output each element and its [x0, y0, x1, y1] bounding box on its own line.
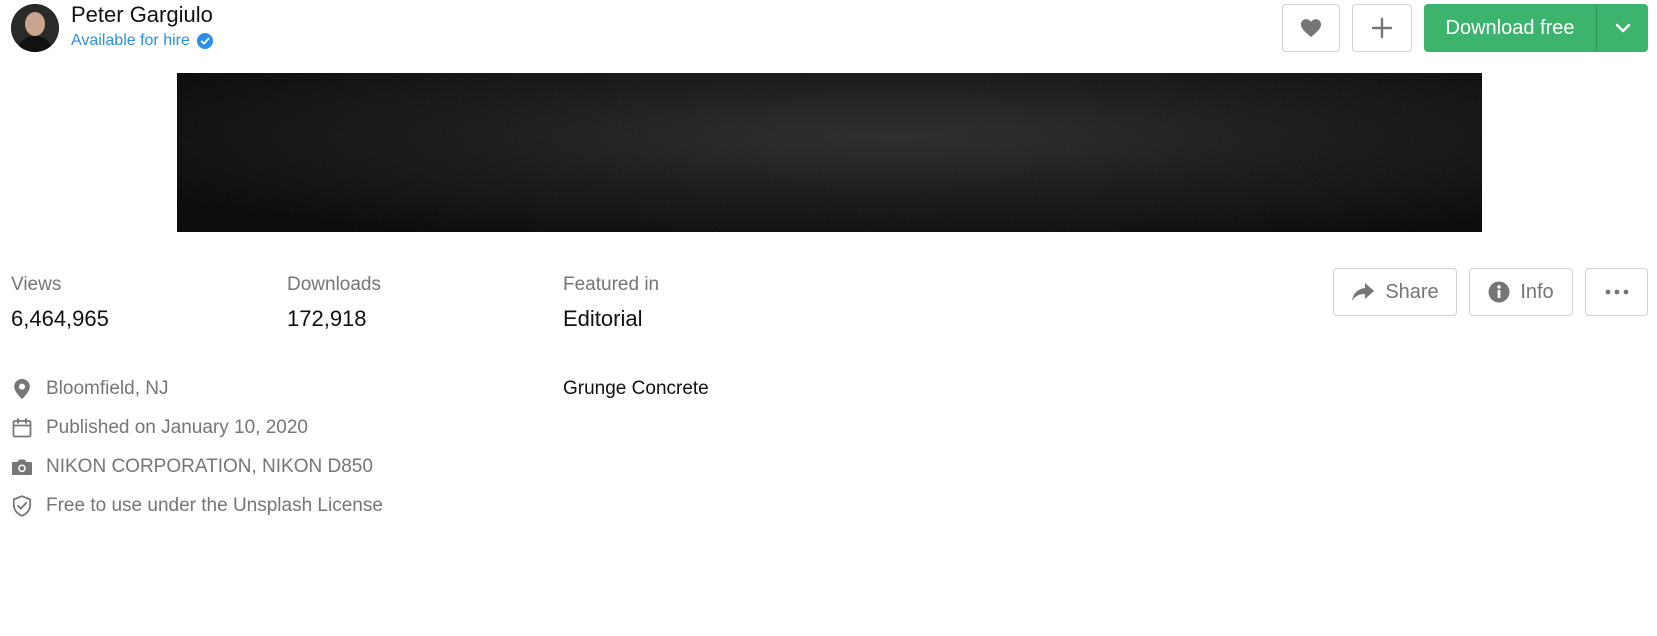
hire-status[interactable]: Available for hire [71, 32, 213, 50]
info-label: Info [1520, 280, 1554, 303]
map-pin-icon [11, 378, 33, 400]
download-group: Download free [1424, 4, 1648, 52]
more-actions-button[interactable] [1585, 268, 1648, 316]
published-text: Published on January 10, 2020 [46, 417, 308, 438]
like-button[interactable] [1282, 4, 1340, 52]
avatar[interactable] [11, 4, 59, 52]
share-icon [1352, 283, 1375, 301]
ellipsis-icon [1605, 289, 1628, 295]
views-value: 6,464,965 [11, 306, 109, 331]
location-text[interactable]: Bloomfield, NJ [46, 378, 169, 400]
license-row: Free to use under the Unsplash License [11, 495, 383, 517]
verified-icon [196, 33, 213, 49]
camera-text[interactable]: NIKON CORPORATION, NIKON D850 [46, 456, 373, 478]
camera-row: NIKON CORPORATION, NIKON D850 [11, 456, 373, 478]
hire-status-label: Available for hire [71, 32, 190, 49]
downloads-label: Downloads [287, 274, 381, 295]
info-button[interactable]: Info [1469, 268, 1573, 316]
tag-link[interactable]: Grunge Concrete [563, 378, 709, 400]
add-to-collection-button[interactable] [1352, 4, 1412, 52]
heart-icon [1301, 19, 1321, 38]
info-icon [1488, 281, 1510, 303]
share-label: Share [1385, 280, 1439, 303]
published-row: Published on January 10, 2020 [11, 417, 308, 439]
license-text[interactable]: Free to use under the Unsplash License [46, 495, 383, 517]
download-options-button[interactable] [1597, 4, 1648, 52]
downloads-value: 172,918 [287, 306, 367, 331]
photo-texture [177, 73, 1482, 232]
share-button[interactable]: Share [1333, 268, 1457, 316]
chevron-down-icon [1615, 23, 1630, 33]
camera-icon [11, 456, 33, 478]
plus-icon [1371, 17, 1393, 39]
shield-check-icon [11, 495, 33, 517]
calendar-icon [11, 417, 33, 439]
views-label: Views [11, 274, 62, 295]
featured-link[interactable]: Editorial [563, 306, 642, 332]
featured-label: Featured in [563, 274, 660, 295]
author-name[interactable]: Peter Gargiulo [71, 2, 213, 28]
location-row: Bloomfield, NJ [11, 378, 169, 400]
download-button[interactable]: Download free [1424, 4, 1596, 52]
